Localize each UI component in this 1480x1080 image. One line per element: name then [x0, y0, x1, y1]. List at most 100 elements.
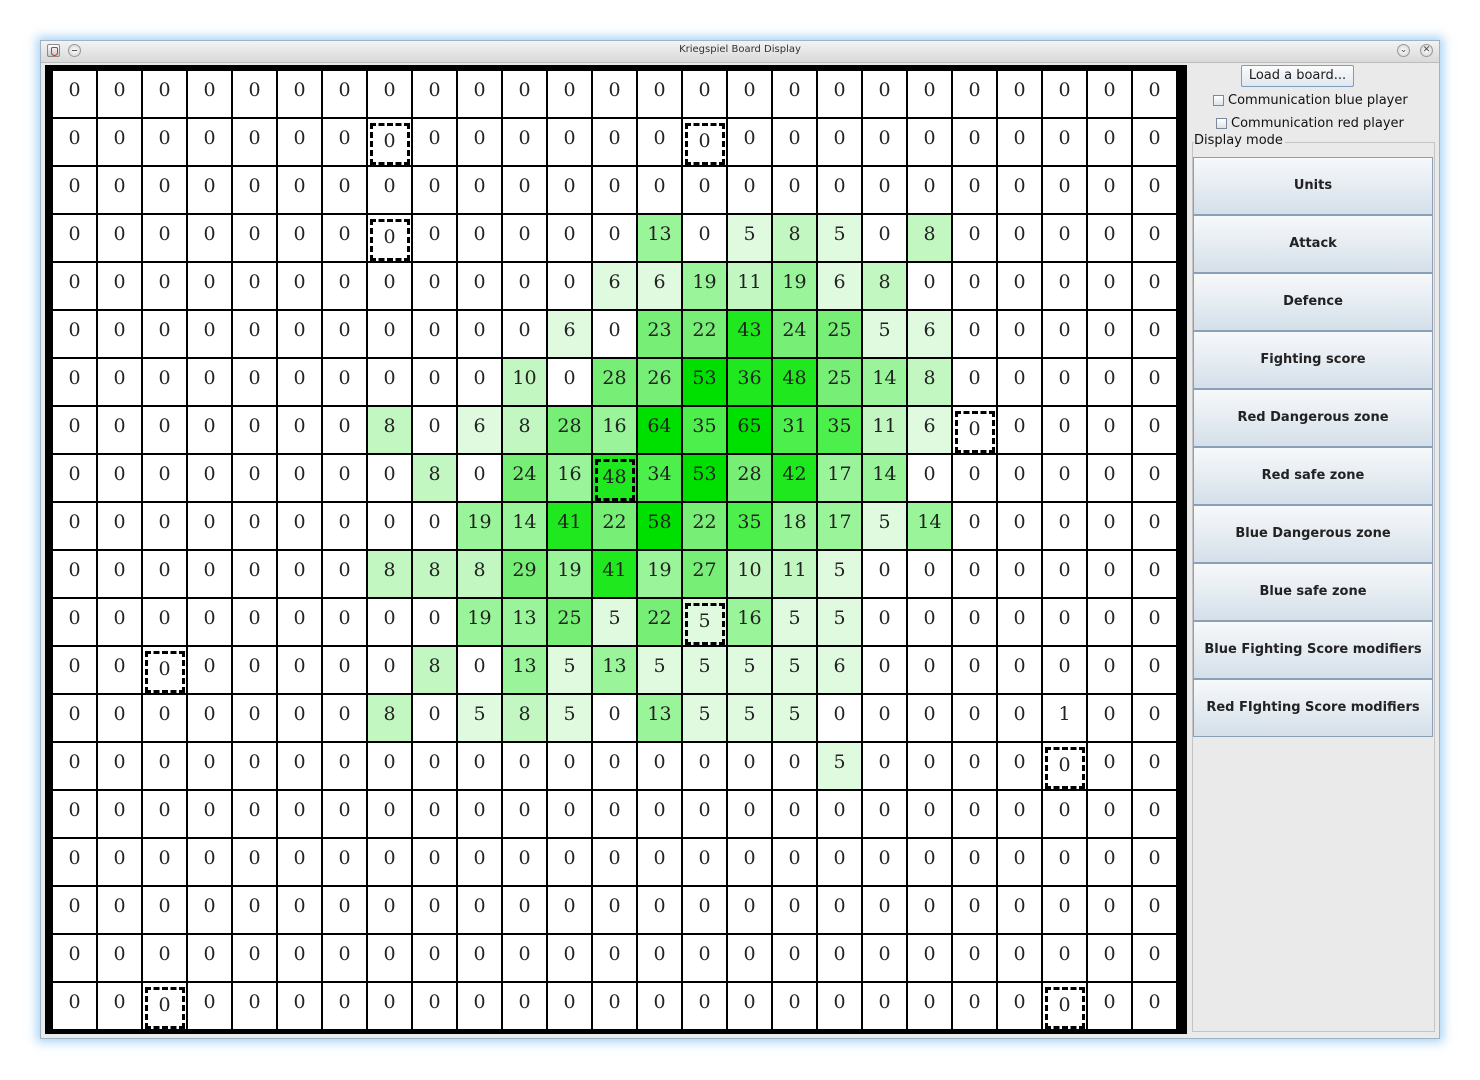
board-cell[interactable]: 0: [952, 454, 997, 502]
board-cell[interactable]: 24: [772, 310, 817, 358]
board-cell[interactable]: 0: [952, 550, 997, 598]
board-cell[interactable]: 0: [457, 358, 502, 406]
board-cell[interactable]: 0: [682, 742, 727, 790]
board-cell[interactable]: 0: [547, 982, 592, 1030]
board-cell[interactable]: 0: [772, 742, 817, 790]
board-cell[interactable]: 5: [547, 694, 592, 742]
board-cell[interactable]: 0: [412, 694, 457, 742]
board-cell[interactable]: 0: [952, 694, 997, 742]
board-cell[interactable]: 0: [502, 982, 547, 1030]
board-cell[interactable]: 0: [952, 166, 997, 214]
board-cell[interactable]: 0: [1087, 550, 1132, 598]
board-cell[interactable]: 0: [142, 694, 187, 742]
board-cell[interactable]: 0: [862, 838, 907, 886]
board-cell[interactable]: 0: [322, 598, 367, 646]
board-cell[interactable]: 0: [187, 886, 232, 934]
board-cell[interactable]: 0: [547, 790, 592, 838]
board-cell[interactable]: 0: [232, 310, 277, 358]
board-cell[interactable]: 0: [232, 982, 277, 1030]
board-cell[interactable]: 0: [907, 70, 952, 118]
board-cell[interactable]: 0: [97, 502, 142, 550]
board-cell[interactable]: 0: [457, 454, 502, 502]
board-cell[interactable]: 0: [97, 262, 142, 310]
board-cell[interactable]: 0: [997, 934, 1042, 982]
board-cell[interactable]: 0: [277, 838, 322, 886]
board-cell[interactable]: 0: [502, 118, 547, 166]
board-cell[interactable]: 0: [457, 742, 502, 790]
board-cell[interactable]: 0: [187, 646, 232, 694]
comm-blue-checkbox[interactable]: [1213, 95, 1224, 106]
board-cell[interactable]: 0: [52, 646, 97, 694]
board-cell[interactable]: 0: [232, 118, 277, 166]
mode-button-units[interactable]: Units: [1193, 157, 1433, 215]
board-cell[interactable]: 0: [412, 310, 457, 358]
board-cell[interactable]: 0: [412, 70, 457, 118]
board-cell[interactable]: 6: [817, 262, 862, 310]
board-cell[interactable]: 0: [457, 262, 502, 310]
board-cell[interactable]: 0: [457, 838, 502, 886]
board-cell[interactable]: 0: [997, 982, 1042, 1030]
board-cell[interactable]: 0: [232, 646, 277, 694]
board-cell[interactable]: 0: [1087, 214, 1132, 262]
board-cell[interactable]: 0: [547, 70, 592, 118]
board-cell[interactable]: 18: [772, 502, 817, 550]
board-cell[interactable]: 17: [817, 454, 862, 502]
board-cell[interactable]: 31: [772, 406, 817, 454]
board-cell[interactable]: 16: [727, 598, 772, 646]
comm-red-checkbox[interactable]: [1216, 118, 1227, 129]
board-cell[interactable]: 0: [1042, 454, 1087, 502]
board-cell[interactable]: 0: [637, 886, 682, 934]
board-cell[interactable]: 5: [772, 598, 817, 646]
board-cell[interactable]: 0: [412, 838, 457, 886]
board-cell[interactable]: 0: [682, 214, 727, 262]
board-cell[interactable]: 0: [682, 70, 727, 118]
board-cell[interactable]: 11: [862, 406, 907, 454]
board-cell[interactable]: 5: [682, 694, 727, 742]
board-cell[interactable]: 11: [727, 262, 772, 310]
board-cell[interactable]: 0: [817, 838, 862, 886]
board-cell[interactable]: 23: [637, 310, 682, 358]
board-cell[interactable]: 0: [322, 118, 367, 166]
board-cell[interactable]: 0: [1132, 262, 1177, 310]
board-cell[interactable]: 0: [367, 358, 412, 406]
board-cell[interactable]: 0: [1132, 982, 1177, 1030]
board-cell[interactable]: 0: [1087, 982, 1132, 1030]
board-cell[interactable]: 0: [862, 70, 907, 118]
board-cell[interactable]: 0: [142, 550, 187, 598]
board-cell[interactable]: 0: [277, 694, 322, 742]
board-cell[interactable]: 0: [322, 502, 367, 550]
board-cell[interactable]: 0: [187, 214, 232, 262]
board-cell[interactable]: 19: [457, 502, 502, 550]
board-cell[interactable]: 0: [727, 742, 772, 790]
board-cell[interactable]: 0: [907, 742, 952, 790]
board-cell[interactable]: 0: [367, 454, 412, 502]
board-cell[interactable]: 0: [1087, 646, 1132, 694]
board-cell[interactable]: 0: [1042, 214, 1087, 262]
board-cell[interactable]: 6: [637, 262, 682, 310]
board-cell[interactable]: 0: [952, 358, 997, 406]
board-cell[interactable]: 5: [682, 598, 727, 646]
board-cell[interactable]: 0: [997, 118, 1042, 166]
board-cell[interactable]: 0: [1042, 886, 1087, 934]
board-cell[interactable]: 0: [1132, 838, 1177, 886]
board-cell[interactable]: 0: [682, 118, 727, 166]
board-cell[interactable]: 0: [52, 790, 97, 838]
board-cell[interactable]: 0: [187, 358, 232, 406]
board-cell[interactable]: 0: [367, 70, 412, 118]
board-cell[interactable]: 0: [277, 310, 322, 358]
board-cell[interactable]: 0: [142, 262, 187, 310]
board-cell[interactable]: 0: [592, 838, 637, 886]
board-cell[interactable]: 0: [277, 358, 322, 406]
board-cell[interactable]: 0: [727, 886, 772, 934]
board-cell[interactable]: 0: [367, 214, 412, 262]
board-cell[interactable]: 48: [772, 358, 817, 406]
board-cell[interactable]: 0: [682, 934, 727, 982]
board-cell[interactable]: 58: [637, 502, 682, 550]
board-cell[interactable]: 53: [682, 358, 727, 406]
board-cell[interactable]: 0: [682, 838, 727, 886]
board-cell[interactable]: 0: [1087, 694, 1132, 742]
board-cell[interactable]: 0: [502, 886, 547, 934]
board-cell[interactable]: 0: [592, 70, 637, 118]
board-cell[interactable]: 0: [592, 166, 637, 214]
board-cell[interactable]: 0: [1132, 790, 1177, 838]
